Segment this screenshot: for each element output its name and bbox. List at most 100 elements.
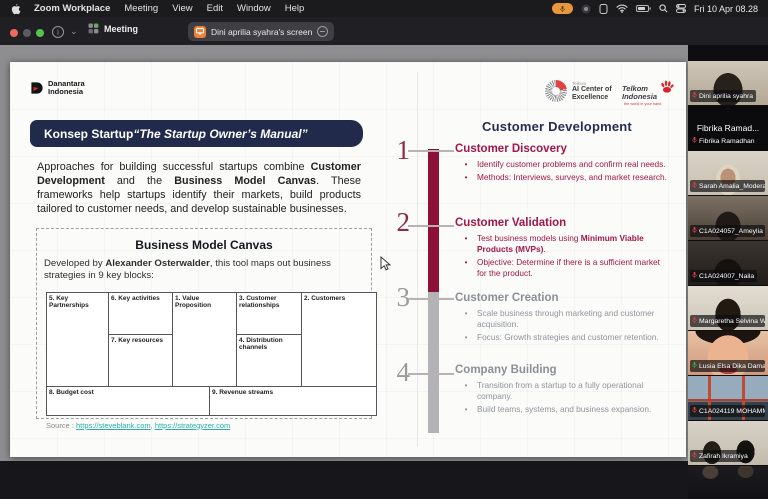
step-bullet: •Transition from a startup to a fully op… (455, 380, 670, 402)
telkom-hand-icon (659, 79, 675, 95)
bmc-table: 5. Key Partnerships 6. Key activities 7.… (46, 292, 377, 416)
participant-tile[interactable]: C1A024057_Ameylia Fa... (688, 196, 768, 240)
menubar-extra-icon[interactable] (581, 4, 591, 14)
participant-video (688, 466, 768, 499)
tab-meeting[interactable]: Meeting (88, 23, 138, 34)
menu-item[interactable]: Window (237, 3, 271, 14)
screen-share-icon (194, 26, 206, 38)
bmc-cell-budget-cost: 8. Budget cost (46, 386, 210, 416)
participant-tile[interactable]: Fibrika Ramad...Fibrika Ramadhan (688, 106, 768, 150)
macos-menubar: Zoom WorkplaceMeetingViewEditWindowHelp … (0, 0, 768, 17)
step-title: Customer Discovery (455, 143, 670, 155)
customer-development-title: Customer Development (442, 119, 672, 134)
participant-tile[interactable]: C1A024119 MOHAMMA... (688, 376, 768, 420)
menu-item[interactable]: Meeting (124, 3, 158, 14)
apple-icon[interactable] (10, 3, 21, 15)
participant-tile[interactable]: Dini aprilia syahra (688, 61, 768, 105)
battery-icon[interactable] (636, 5, 651, 12)
step-number: 2 (386, 208, 410, 236)
recording-mic-indicator[interactable] (552, 3, 573, 14)
participant-name-label: Sarah Amalia_Moderator (690, 180, 765, 192)
search-icon[interactable] (659, 4, 668, 13)
presentation-slide: Danantara Indonesia Konsep Startup “The … (10, 62, 686, 457)
source-line: Source : https://steveblank.com, https:/… (46, 421, 230, 430)
participant-tile[interactable]: Lusia Elsa Dika Damayanty (688, 331, 768, 375)
bmc-cell-key-activities: 6. Key activities (108, 292, 173, 335)
muted-mic-icon (692, 91, 697, 101)
step-bullet: •Test business models using Minimum Viab… (455, 233, 670, 255)
menu-item[interactable]: View (172, 3, 192, 14)
zoom-titlebar: i ⌄ Meeting Dini aprilia syahra's screen (0, 17, 768, 45)
timeline-step: Customer Discovery •Identify customer pro… (455, 143, 670, 185)
source-link[interactable]: https://steveblank.com (76, 421, 151, 430)
danantara-logo: Danantara Indonesia (30, 80, 85, 96)
telkom-logo: Telkom Indonesia the world in your hand (622, 79, 675, 106)
bmc-cell-distribution-channels: 4. Distribution channels (236, 334, 302, 387)
wifi-icon[interactable] (616, 4, 628, 13)
timeline-step: Customer Creation•Scale business through… (455, 292, 670, 345)
participant-name: C1A024007_Naila (699, 273, 754, 280)
slide-title-italic: “The Startup Owner’s Manual” (133, 127, 307, 141)
participant-name-label: Margaretha Selvina W_... (690, 315, 765, 327)
participant-name-label: Lusia Elsa Dika Damayanty (690, 360, 765, 372)
bmc-cell-customer-relationships: 3. Customer relationships (236, 292, 302, 335)
bmc-title: Business Model Canvas (36, 238, 372, 252)
source-link[interactable]: https://strategyzer.com (155, 421, 230, 430)
active-mic-icon (692, 361, 697, 371)
step-bullet: •Build teams, systems, and business expa… (455, 404, 670, 415)
ai-coe-logo: Telkom AI Center of Excellence (545, 80, 612, 102)
shared-screen-backdrop: Danantara Indonesia Konsep Startup “The … (0, 45, 688, 461)
tab-shared-screen[interactable]: Dini aprilia syahra's screen (188, 22, 334, 41)
bmc-cell-customers: 2. Customers (301, 292, 377, 387)
muted-mic-icon (692, 451, 697, 461)
gallery-icon (88, 23, 99, 34)
display-icon[interactable] (599, 4, 608, 14)
timeline-bar-top (428, 149, 439, 292)
timeline-step: Company Building•Transition from a start… (455, 364, 670, 417)
menu-item[interactable]: Help (285, 3, 305, 14)
column-divider (417, 72, 418, 447)
participant-name-label: Dini aprilia syahra (690, 90, 756, 102)
coe-line1: AI Center of (572, 86, 612, 94)
muted-mic-icon (692, 181, 697, 191)
fullscreen-window-button[interactable] (36, 29, 44, 37)
participant-name-label: Zafirah Ikramiya (690, 450, 751, 462)
stop-share-icon[interactable] (317, 26, 328, 37)
step-title: Customer Validation (455, 217, 670, 229)
brand-line2: Indonesia (48, 88, 85, 96)
tab-shared-screen-label: Dini aprilia syahra's screen (211, 27, 312, 37)
step-bullet: •Methods: Interviews, surveys, and marke… (455, 172, 670, 183)
close-window-button[interactable] (10, 29, 18, 37)
step-bullet: •Objective: Determine if there is a suff… (455, 257, 670, 279)
participant-tile[interactable]: Zafirah Ikramiya (688, 421, 768, 465)
participant-tile[interactable] (688, 466, 768, 499)
danantara-logo-icon (30, 81, 44, 95)
slide-title-banner: Konsep Startup “The Startup Owner’s Manu… (30, 120, 363, 147)
screen: Zoom WorkplaceMeetingViewEditWindowHelp … (0, 0, 768, 499)
bmc-cell-key-resources: 7. Key resources (108, 334, 173, 387)
meeting-info-icon[interactable]: i (52, 26, 64, 38)
menu-item[interactable]: Edit (207, 3, 223, 14)
minimize-window-button[interactable] (23, 29, 31, 37)
participant-tile[interactable]: C1A024007_Naila (688, 241, 768, 285)
bmc-cell-revenue-streams: 9. Revenue streams (209, 386, 377, 416)
chevron-down-icon[interactable]: ⌄ (70, 26, 78, 37)
step-bullet: •Identify customer problems and confirm … (455, 159, 670, 170)
participant-name: C1A024119 MOHAMMA... (699, 408, 765, 415)
step-number: 3 (386, 283, 410, 311)
muted-mic-icon (692, 406, 697, 416)
participants-sidebar: Dini aprilia syahra Fibrika Ramad...Fibri… (688, 45, 768, 499)
muted-mic-icon (692, 316, 697, 326)
bmc-cell-key-partnerships: 5. Key Partnerships (46, 292, 109, 387)
source-label: Source : (46, 421, 76, 430)
menubar-clock: Fri 10 Apr 08.28 (694, 4, 758, 14)
participant-name: Zafirah Ikramiya (699, 453, 748, 460)
step-number: 1 (386, 136, 410, 164)
control-center-icon[interactable] (676, 4, 686, 13)
participant-tile[interactable]: Sarah Amalia_Moderator (688, 151, 768, 195)
participant-name-label: C1A024057_Ameylia Fa... (690, 225, 765, 237)
participant-name: Lusia Elsa Dika Damayanty (699, 363, 765, 370)
participant-tile[interactable]: Margaretha Selvina W_... (688, 286, 768, 330)
menu-item[interactable]: Zoom Workplace (34, 3, 110, 14)
slide-title: Konsep Startup (44, 127, 133, 141)
